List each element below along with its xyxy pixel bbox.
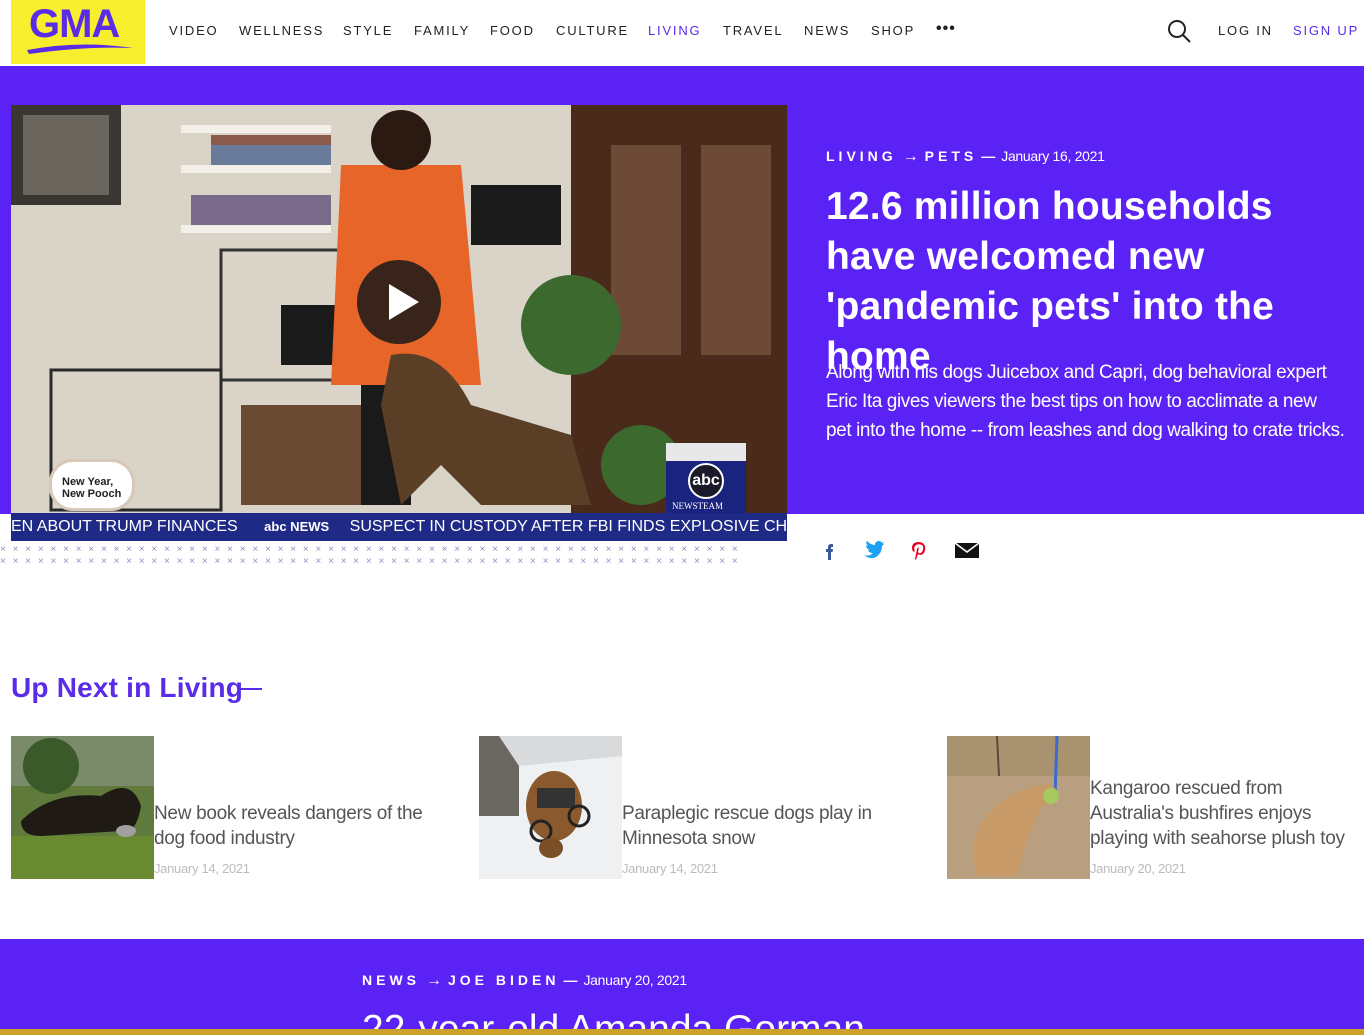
breadcrumb-dash: — bbox=[563, 972, 578, 988]
abc-logo-icon: abc bbox=[688, 463, 724, 499]
card-date: January 14, 2021 bbox=[154, 861, 250, 876]
logo-text: GMA bbox=[29, 2, 120, 46]
arrow-right-icon: → bbox=[426, 972, 442, 989]
nav-item-travel[interactable]: TRAVEL bbox=[723, 23, 783, 38]
top-navigation: GMA VIDEO WELLNESS STYLE FAMILY FOOD CUL… bbox=[0, 0, 1364, 66]
card-title[interactable]: New book reveals dangers of the dog food… bbox=[154, 801, 424, 851]
news-ticker: EN ABOUT TRUMP FINANCES abc NEWS SUSPECT… bbox=[11, 513, 787, 541]
article-summary: Along with his dogs Juicebox and Capri, … bbox=[826, 362, 1345, 441]
arrow-right-icon: → bbox=[902, 148, 919, 165]
nav-item-shop[interactable]: SHOP bbox=[871, 23, 915, 38]
breadcrumb: NEWS → JOE BIDEN — January 20, 2021 bbox=[362, 972, 687, 990]
ticker-abc-news-logo: abc NEWS bbox=[264, 519, 330, 534]
breadcrumb-section[interactable]: NEWS bbox=[362, 972, 420, 988]
twitter-icon[interactable] bbox=[862, 540, 884, 567]
nav-item-family[interactable]: FAMILY bbox=[414, 23, 470, 38]
search-icon[interactable] bbox=[1166, 18, 1192, 49]
breadcrumb-subsection[interactable]: PETS bbox=[925, 148, 978, 164]
breadcrumb: LIVING → PETS — January 16, 2021 bbox=[826, 148, 1105, 166]
card-date: January 20, 2021 bbox=[1090, 861, 1186, 876]
play-icon bbox=[389, 284, 419, 320]
new-year-pooch-badge: New Year, New Pooch bbox=[49, 459, 135, 511]
login-link[interactable]: LOG IN bbox=[1218, 23, 1273, 38]
breadcrumb-dash: — bbox=[981, 148, 996, 164]
nav-item-wellness[interactable]: WELLNESS bbox=[239, 23, 324, 38]
card-date: January 14, 2021 bbox=[622, 861, 718, 876]
more-menu-button[interactable]: ••• bbox=[936, 20, 956, 38]
bottom-accent-line bbox=[0, 1029, 1364, 1035]
mail-icon[interactable] bbox=[954, 540, 980, 565]
article-date: January 20, 2021 bbox=[583, 972, 687, 988]
nav-item-living[interactable]: LIVING bbox=[648, 23, 701, 38]
up-next-heading: Up Next in Living bbox=[11, 672, 244, 703]
card-title[interactable]: Paraplegic rescue dogs play in Minnesota… bbox=[622, 801, 892, 851]
article-date: January 16, 2021 bbox=[1001, 148, 1105, 164]
logo-swoosh-icon bbox=[27, 44, 133, 54]
play-button[interactable] bbox=[357, 260, 441, 344]
card-thumbnail-rescue-dogs[interactable] bbox=[479, 736, 622, 879]
facebook-icon[interactable] bbox=[824, 540, 836, 567]
pinterest-icon[interactable] bbox=[910, 540, 928, 567]
decorative-x-pattern: × × × × × × × × × × × × × × × × × × × × … bbox=[0, 544, 745, 567]
badge-text: New Year, New Pooch bbox=[62, 476, 122, 500]
heading-dash bbox=[238, 688, 262, 690]
nav-item-style[interactable]: STYLE bbox=[343, 23, 393, 38]
abc-sub-label: NEWSTEAM bbox=[672, 501, 723, 511]
breadcrumb-section[interactable]: LIVING bbox=[826, 148, 897, 164]
card-thumbnail-dog-food[interactable] bbox=[11, 736, 154, 879]
card-thumbnail-kangaroo[interactable] bbox=[947, 736, 1090, 879]
gma-logo[interactable]: GMA bbox=[11, 0, 145, 64]
breadcrumb-subsection[interactable]: JOE BIDEN bbox=[448, 972, 559, 988]
nav-item-video[interactable]: VIDEO bbox=[169, 23, 218, 38]
nav-item-news[interactable]: NEWS bbox=[804, 23, 850, 38]
nav-item-food[interactable]: FOOD bbox=[490, 23, 535, 38]
next-article-section: NEWS → JOE BIDEN — January 20, 2021 22-year-… bbox=[0, 939, 1364, 1035]
nav-item-culture[interactable]: CULTURE bbox=[556, 23, 629, 38]
ticker-text-left: EN ABOUT TRUMP FINANCES bbox=[11, 518, 238, 535]
ticker-text-right: SUSPECT IN CUSTODY AFTER FBI FINDS EXPLO… bbox=[349, 518, 787, 535]
abc-news-bug: abc NEWSTEAM bbox=[666, 443, 746, 513]
signup-link[interactable]: SIGN UP bbox=[1293, 23, 1359, 38]
article-headline[interactable]: 12.6 million households have welcomed ne… bbox=[826, 182, 1356, 382]
card-title[interactable]: Kangaroo rescued from Australia's bushfi… bbox=[1090, 776, 1360, 851]
hero-video-player[interactable]: New Year, New Pooch abc NEWSTEAM EN ABOU… bbox=[11, 105, 787, 541]
